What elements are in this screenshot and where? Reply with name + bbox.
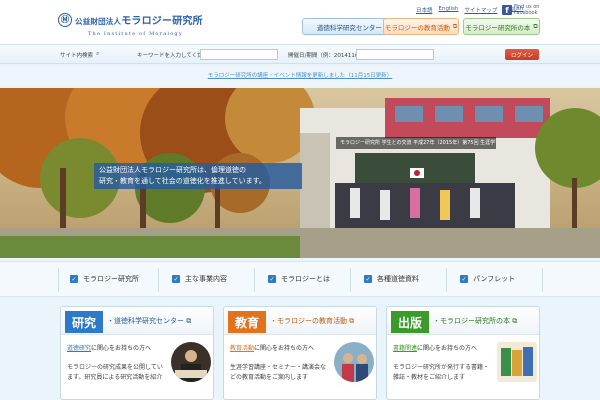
menu-item-about-moralogy[interactable]: ✓ モラロジーとは: [268, 274, 330, 284]
hero-message: 公益財団法人モラロジー研究所は、倫理道徳の 研究・教育を通して社会の道徳化を推進…: [94, 163, 302, 189]
card-tag: 出版: [391, 311, 429, 333]
top-link-english[interactable]: English: [439, 6, 459, 14]
menu-divider: [158, 268, 159, 292]
card-publishing[interactable]: 出版 ・モラロジー研究所の本 ⧉ 書籍関連に関心をお持ちの方へ モラロジー研究所…: [386, 306, 540, 400]
check-icon: ✓: [460, 275, 468, 283]
books-photo: [497, 342, 537, 382]
external-link-icon: ⧉: [349, 317, 355, 325]
research-photo: [171, 342, 211, 382]
card-tag: 研究: [65, 311, 103, 333]
card-header: 出版 ・モラロジー研究所の本 ⧉: [387, 307, 539, 335]
menu-item-materials[interactable]: ✓ 各種道徳資料: [364, 274, 419, 284]
card-subtitle: 教育活動に関心をお持ちの方へ: [230, 345, 315, 352]
top-link-sitemap[interactable]: サイトマップ: [464, 6, 497, 14]
card-education[interactable]: 教育 ・モラロジーの教育活動 ⧉ 教育活動に関心をお持ちの方へ 生涯学習講座・セ…: [223, 306, 377, 400]
facebook-icon: f: [502, 5, 512, 15]
notice-bar: モラロジー研究所の講座・イベント情報を更新しました（11月15日更新）: [0, 66, 600, 86]
card-title: ・モラロジーの教育活動 ⧉: [270, 317, 355, 325]
external-link-icon: ⧉: [512, 317, 518, 325]
card-header: 研究 ・道徳科学研究センター ⧉: [61, 307, 213, 335]
site-header: Ⓜ 公益財団法人モラロジー研究所 The Institute of Moralo…: [0, 0, 600, 44]
menu-divider: [446, 268, 447, 292]
nav-education-button[interactable]: モラロジーの教育活動 ⧉: [383, 18, 459, 35]
logo-mark-icon: Ⓜ: [58, 12, 72, 27]
education-photo: [334, 342, 374, 382]
menu-item-institute[interactable]: ✓ モラロジー研究所: [70, 274, 139, 284]
check-icon: ✓: [268, 275, 276, 283]
menu-divider: [254, 268, 255, 292]
menu-item-activities[interactable]: ✓ 主な事業内容: [172, 274, 227, 284]
keyword-input[interactable]: [200, 49, 278, 60]
nav-books-button[interactable]: モラロジー研究所の本 ⧉: [463, 18, 540, 35]
card-tag: 教育: [228, 311, 266, 333]
search-icon[interactable]: ⌕: [96, 50, 99, 58]
card-description: 生涯学習講座・セミナー・講演会などの教育活動をご案内します: [230, 364, 327, 381]
facebook-text: Find us on Facebook: [514, 4, 540, 16]
top-link-japanese[interactable]: 日本語: [416, 6, 433, 14]
logo-subtitle: The Institute of Moralogy: [88, 31, 183, 37]
site-search-label: サイト内検索: [60, 53, 94, 59]
external-link-icon: ⧉: [452, 22, 458, 30]
site-logo[interactable]: Ⓜ 公益財団法人モラロジー研究所: [58, 12, 203, 27]
menu-divider: [350, 268, 351, 292]
card-subtitle: 道徳研究に関心をお持ちの方へ: [67, 345, 152, 352]
menu-divider: [58, 268, 59, 292]
card-description: モラロジー研究所が発行する書籍・雑誌・教材をご紹介します: [393, 364, 490, 381]
external-link-icon: ⧉: [533, 22, 538, 30]
menu-item-pamphlets[interactable]: ✓ パンフレット: [460, 274, 515, 284]
logo-title: 公益財団法人モラロジー研究所: [75, 16, 203, 27]
check-icon: ✓: [364, 275, 372, 283]
check-icon: ✓: [70, 275, 78, 283]
card-title: ・モラロジー研究所の本 ⧉: [433, 317, 518, 325]
external-link-icon: ⧉: [186, 317, 192, 325]
login-button[interactable]: ログイン: [505, 49, 539, 60]
hero-image: モラロジー研究所 学生との交流 平成27年（2015年）第75回 生涯学習 公益…: [0, 88, 600, 258]
card-header: 教育 ・モラロジーの教育活動 ⧉: [224, 307, 376, 335]
date-input[interactable]: [356, 49, 434, 60]
facebook-link[interactable]: f Find us on Facebook: [502, 4, 539, 16]
search-bar: サイト内検索 ⌕ キーワードを入力してください（例：モラロジー） 開催日/期間（…: [0, 44, 600, 64]
card-description: モラロジーの研究成果を公開しています。研究員による研究活動を紹介: [67, 364, 163, 381]
notice-link[interactable]: モラロジー研究所の講座・イベント情報を更新しました（11月15日更新）: [208, 73, 393, 79]
main-menu: ✓ モラロジー研究所 ✓ 主な事業内容 ✓ モラロジーとは ✓ 各種道徳資料 ✓ パンフレ…: [0, 261, 600, 297]
card-research[interactable]: 研究 ・道徳科学研究センター ⧉ 道徳研究に関心をお持ちの方へ モラロジーの研究…: [60, 306, 214, 400]
hero-caption: モラロジー研究所 学生との交流 平成27年（2015年）第75回 生涯学習: [336, 137, 496, 149]
card-subtitle: 書籍関連に関心をお持ちの方へ: [393, 345, 478, 352]
menu-divider: [542, 268, 543, 292]
card-title: ・道徳科学研究センター ⧉: [107, 317, 192, 325]
check-icon: ✓: [172, 275, 180, 283]
